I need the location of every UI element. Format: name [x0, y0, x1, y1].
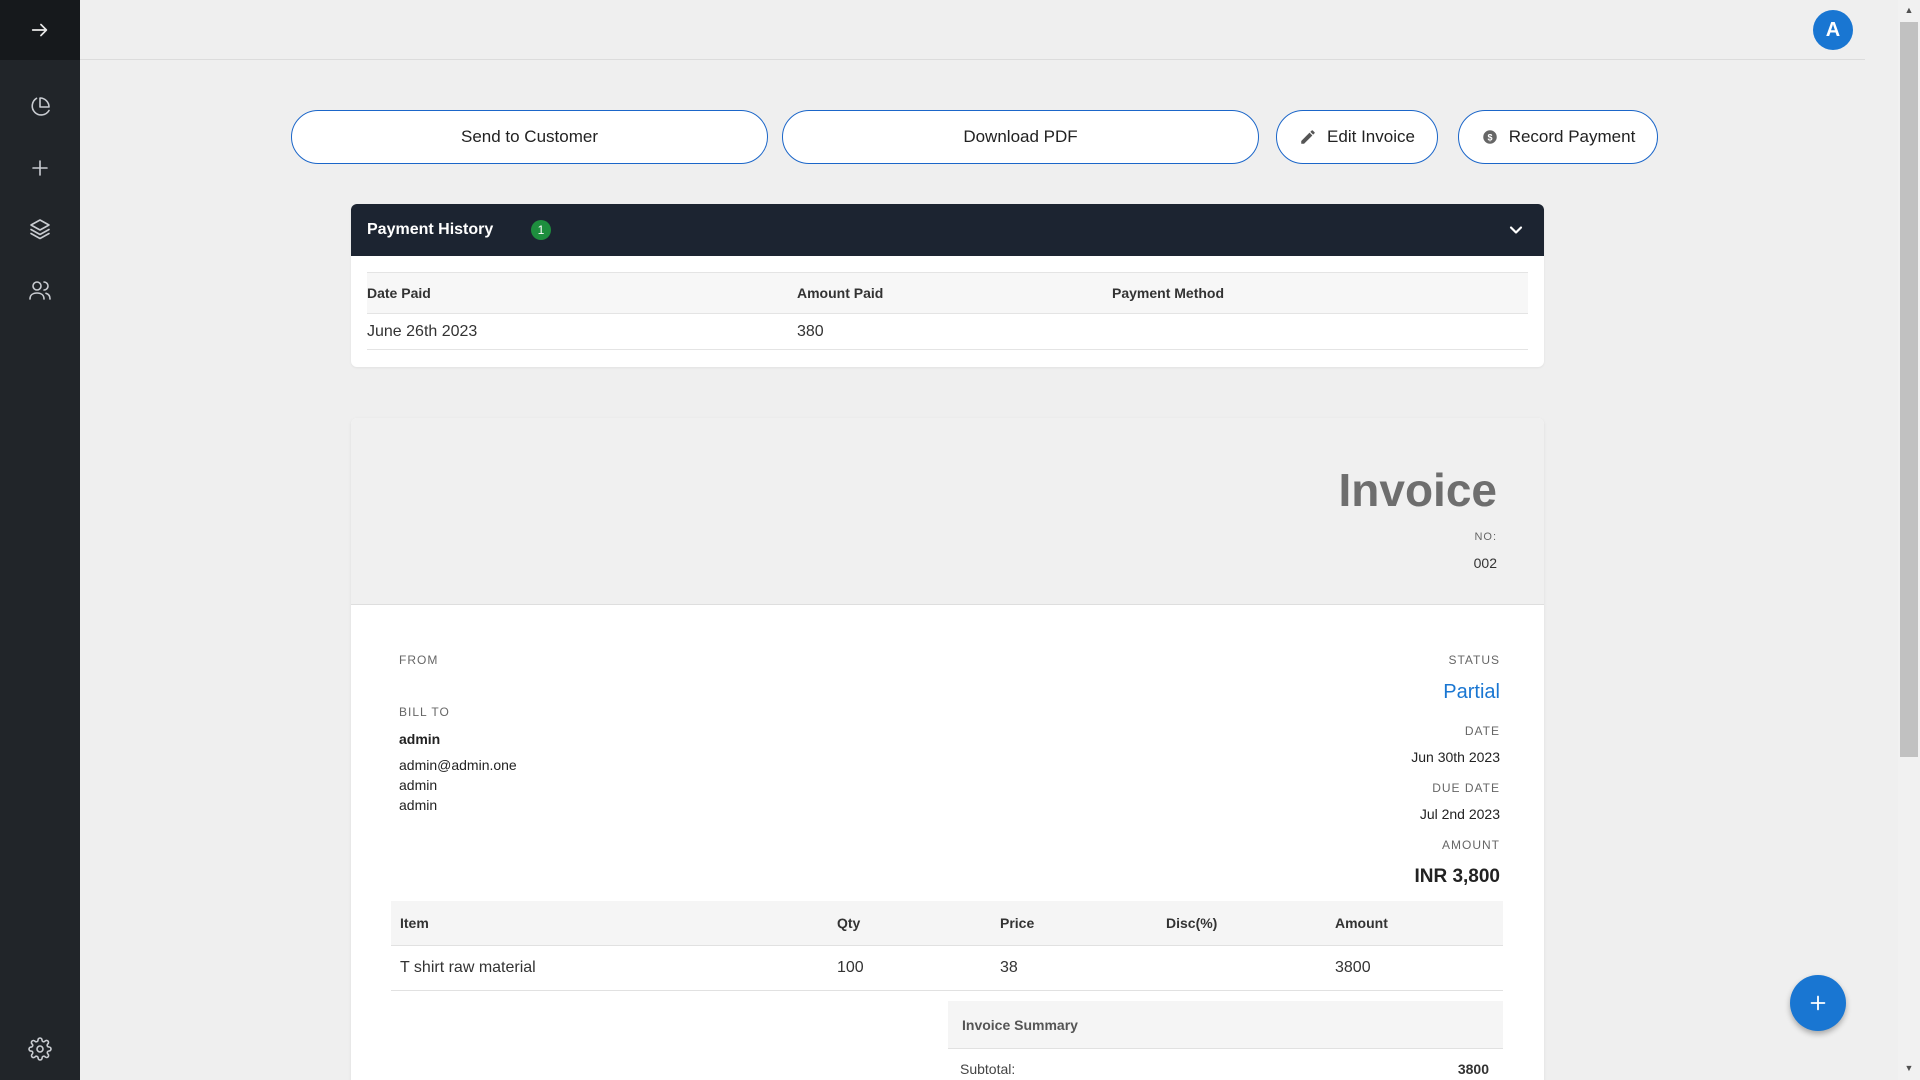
subtotal-row: Subtotal: 3800 — [948, 1049, 1503, 1080]
bill-to-label: BILL TO — [399, 705, 450, 719]
dollar-coin-icon: $ — [1482, 130, 1497, 144]
table-header-row: Date Paid Amount Paid Payment Method — [367, 272, 1528, 314]
bill-to-address-line-2: admin — [399, 797, 438, 813]
bill-to-email: admin@admin.one — [399, 757, 517, 773]
bill-to-name: admin — [399, 731, 441, 747]
date-label: DATE — [1464, 724, 1500, 738]
table-row: June 26th 2023 380 — [367, 314, 1528, 350]
item-amount-cell: 3800 — [1335, 959, 1371, 976]
column-header-price: Price — [1000, 915, 1035, 931]
sidebar-item-customers[interactable] — [0, 270, 80, 310]
chevron-down-icon[interactable] — [1506, 220, 1526, 240]
from-label: FROM — [399, 653, 439, 667]
column-header-qty: Qty — [837, 915, 861, 931]
record-payment-button[interactable]: $ Record Payment — [1458, 110, 1658, 164]
due-date-label: DUE DATE — [1432, 781, 1500, 795]
column-header-payment-method: Payment Method — [1112, 285, 1225, 301]
plus-icon — [1810, 995, 1826, 1011]
subtotal-value: 3800 — [1457, 1061, 1489, 1077]
send-to-customer-label: Send to Customer — [460, 127, 598, 146]
payment-count-badge: 1 — [531, 220, 551, 240]
invoice-summary: Invoice Summary Subtotal: 3800 — [948, 1001, 1503, 1080]
invoice-header: Invoice NO: 002 — [351, 418, 1544, 605]
item-qty-cell: 100 — [837, 959, 864, 976]
layers-icon — [30, 219, 50, 240]
plus-icon — [32, 160, 48, 176]
column-header-date-paid: Date Paid — [367, 285, 431, 301]
item-price-cell: 38 — [1000, 959, 1018, 976]
items-table: Item Qty Price Disc(%) Amount T shirt ra… — [391, 901, 1503, 991]
invoice-total-amount: INR 3,800 — [1414, 866, 1500, 887]
column-header-item: Item — [400, 915, 429, 931]
scroll-down-arrow-icon[interactable]: ▼ — [1902, 1062, 1916, 1074]
sidebar-item-create[interactable] — [0, 148, 80, 188]
gear-icon — [28, 1037, 52, 1061]
sidebar-item-dashboard[interactable] — [0, 87, 80, 127]
record-payment-label: Record Payment — [1508, 127, 1636, 146]
scrollbar-thumb[interactable] — [1900, 22, 1918, 757]
payment-history-panel: Payment History 1 Date Paid Amount Paid … — [351, 204, 1544, 367]
invoice-title: Invoice — [1338, 464, 1497, 516]
payment-history-title: Payment History — [367, 221, 494, 238]
edit-invoice-label: Edit Invoice — [1327, 127, 1415, 146]
sidebar — [0, 0, 80, 1080]
invoice-due-date: Jul 2nd 2023 — [1419, 806, 1500, 822]
add-fab-button[interactable] — [1790, 975, 1846, 1031]
avatar[interactable]: A — [1813, 10, 1853, 50]
table-header-row: Item Qty Price Disc(%) Amount — [391, 901, 1503, 946]
download-pdf-button[interactable]: Download PDF — [782, 110, 1259, 164]
top-bar — [80, 0, 1865, 60]
payment-history-header[interactable]: Payment History 1 — [351, 204, 1544, 256]
amount-label: AMOUNT — [1442, 838, 1500, 852]
item-name-cell: T shirt raw material — [400, 959, 536, 976]
column-header-amount-paid: Amount Paid — [797, 285, 884, 301]
amount-paid-cell: 380 — [797, 322, 824, 340]
scroll-up-arrow-icon[interactable]: ▲ — [1902, 4, 1916, 16]
column-header-amount: Amount — [1335, 915, 1388, 931]
svg-text:$: $ — [1487, 132, 1492, 142]
date-paid-cell: June 26th 2023 — [367, 322, 478, 340]
sidebar-item-settings[interactable] — [0, 1029, 80, 1069]
sidebar-toggle[interactable] — [0, 0, 80, 60]
pencil-icon — [1301, 130, 1315, 144]
arrow-right-icon — [31, 23, 48, 37]
table-row: T shirt raw material 100 38 3800 — [391, 946, 1503, 991]
pie-chart-icon — [31, 97, 50, 116]
invoice-number: 002 — [1473, 555, 1497, 571]
subtotal-label: Subtotal: — [960, 1061, 1016, 1077]
bill-to-address-line-1: admin — [399, 777, 438, 793]
download-pdf-label: Download PDF — [963, 127, 1078, 146]
send-to-customer-button[interactable]: Send to Customer — [291, 110, 768, 164]
column-header-disc: Disc(%) — [1166, 915, 1218, 931]
payment-history-table: Date Paid Amount Paid Payment Method Jun… — [367, 272, 1528, 350]
invoice-number-label: NO: — [1474, 531, 1497, 543]
sidebar-item-invoices[interactable] — [0, 209, 80, 249]
status-badge: Partial — [1443, 681, 1500, 703]
users-icon — [29, 281, 51, 300]
invoice-date: Jun 30th 2023 — [1411, 749, 1500, 765]
invoice-summary-title: Invoice Summary — [948, 1001, 1503, 1049]
edit-invoice-button[interactable]: Edit Invoice — [1276, 110, 1438, 164]
status-label: STATUS — [1448, 653, 1500, 667]
invoice-document: Invoice NO: 002 FROM BILL TO admin admin… — [351, 418, 1544, 1080]
